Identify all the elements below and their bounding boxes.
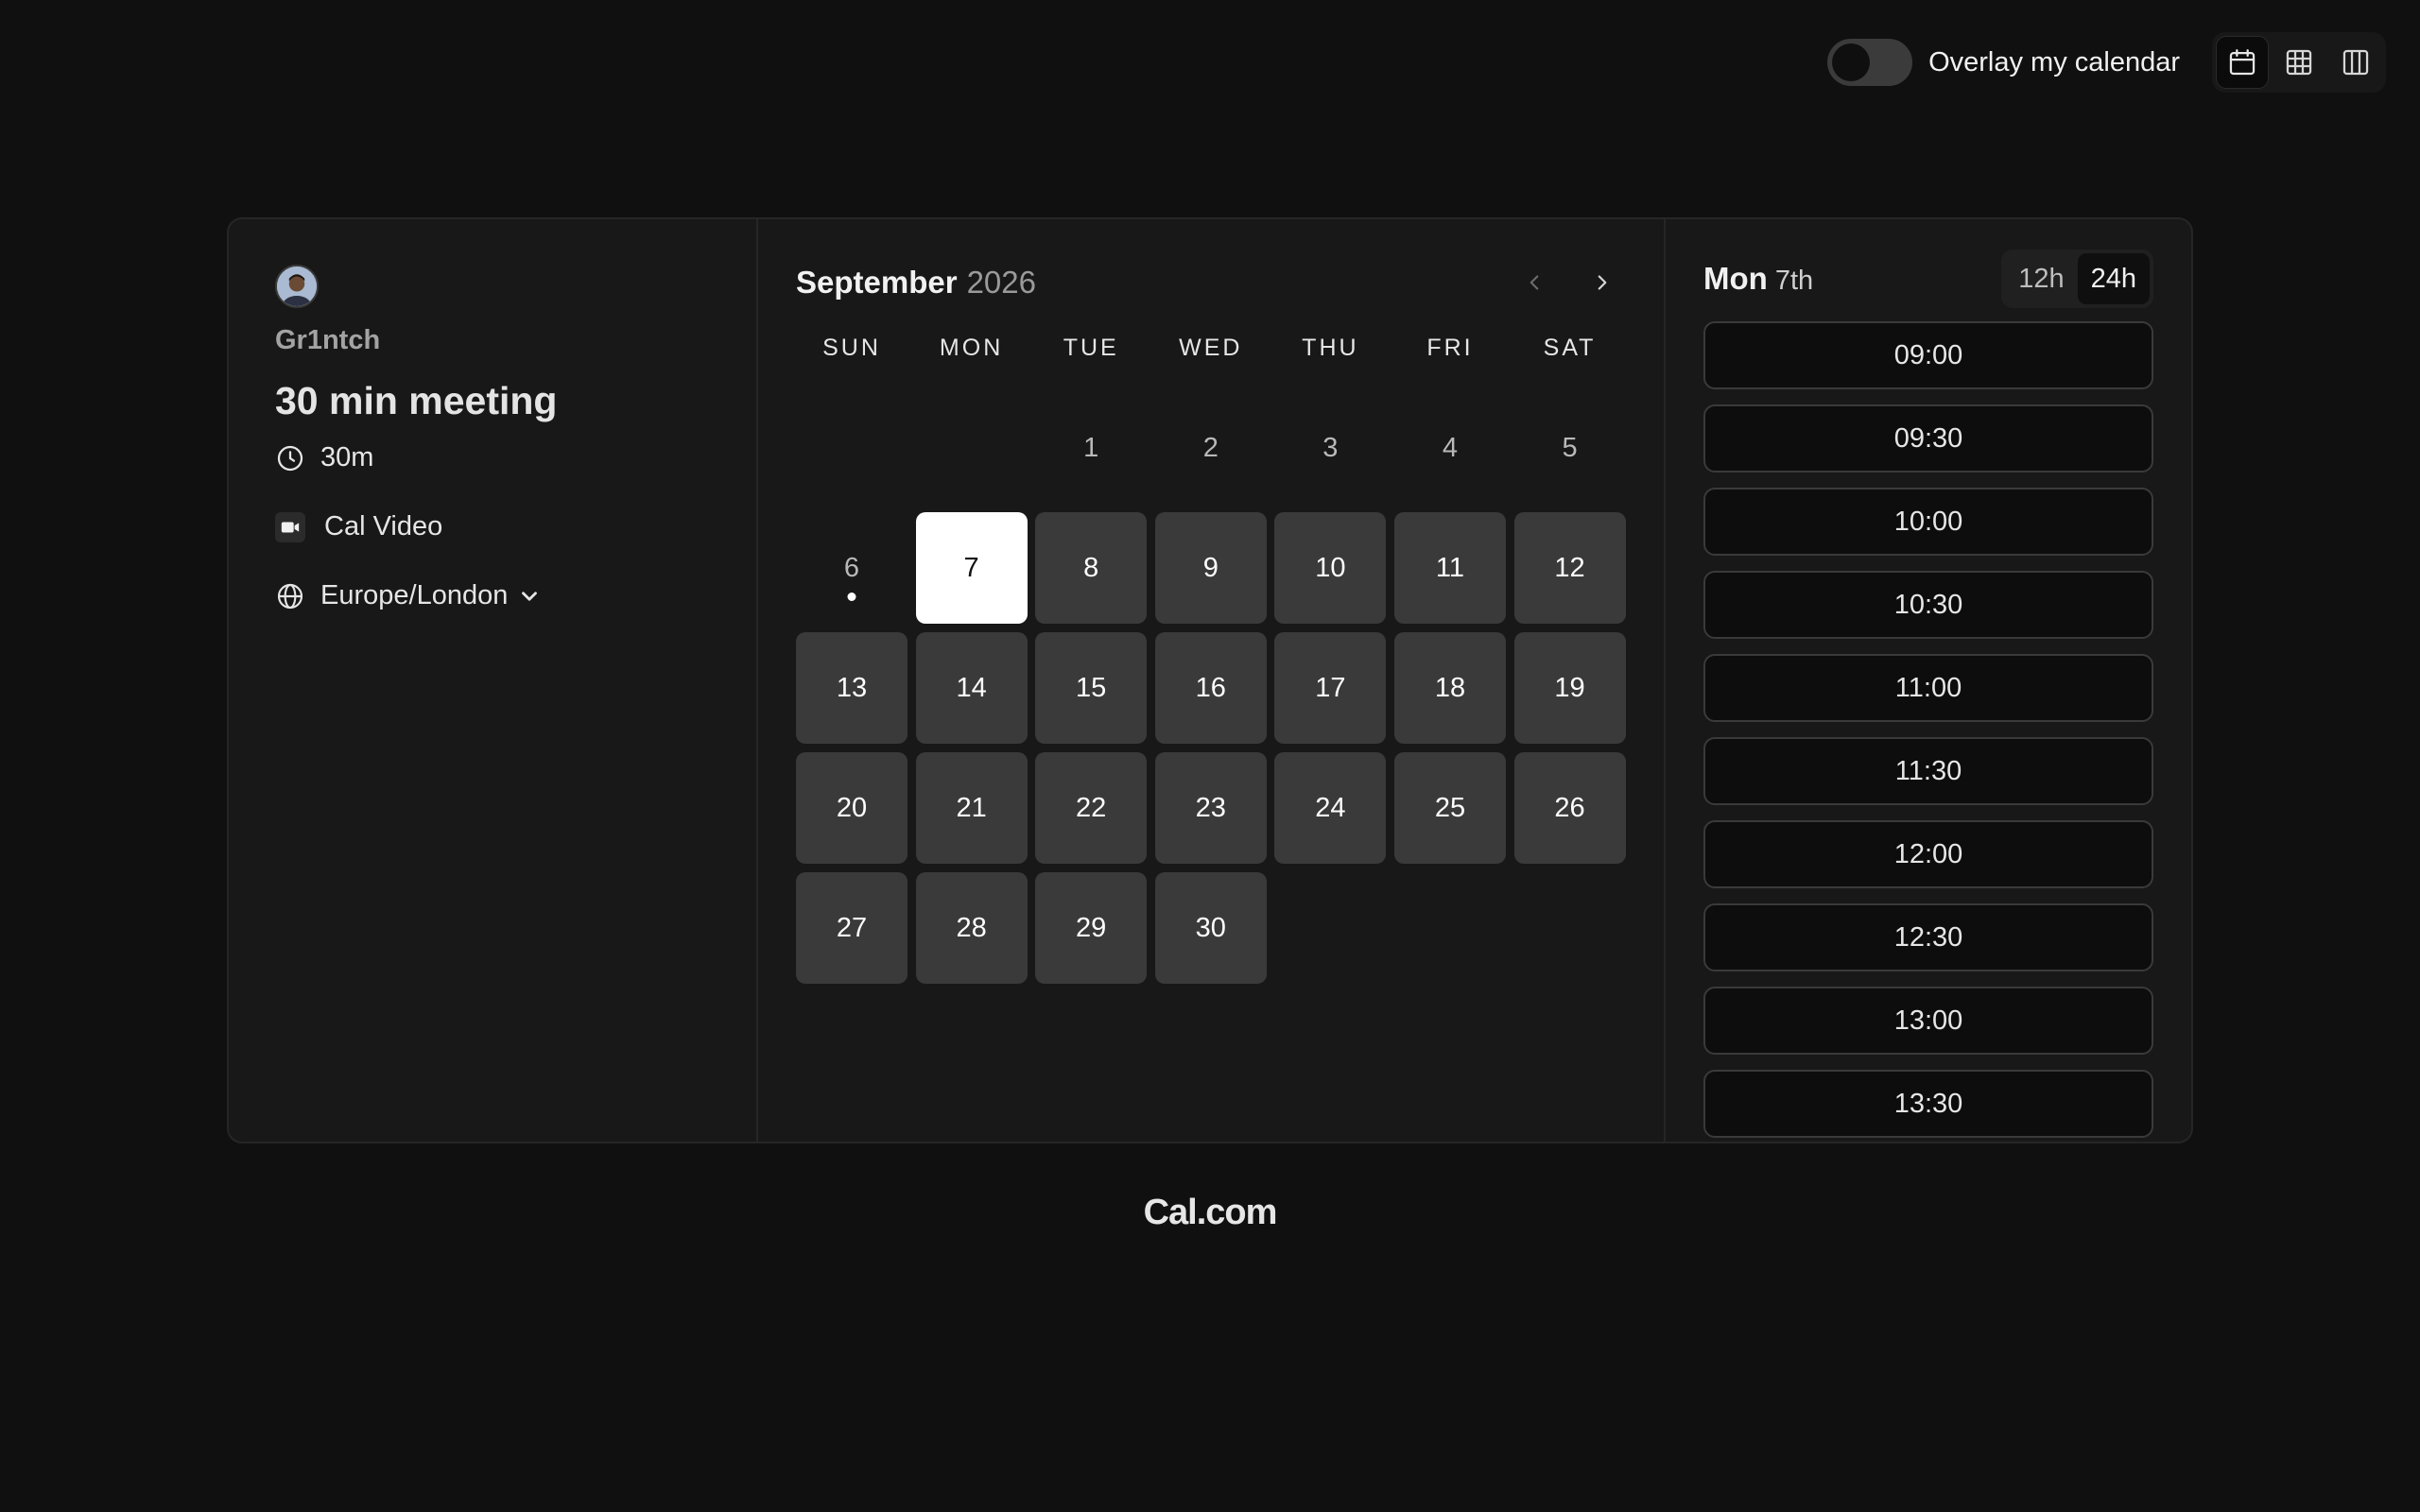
- empty-day-cell: [796, 392, 908, 504]
- day-cell[interactable]: 8: [1035, 512, 1148, 624]
- overlay-calendar-toggle[interactable]: [1827, 39, 1913, 86]
- day-cell: 5: [1562, 432, 1578, 463]
- duration-label: 30m: [320, 442, 374, 472]
- weekday-label: MON: [939, 335, 1004, 361]
- previous-month-button[interactable]: [1511, 259, 1558, 306]
- day-cell[interactable]: 19: [1513, 632, 1626, 744]
- day-cell[interactable]: 9: [1154, 512, 1267, 624]
- month-navigation: [1511, 259, 1626, 306]
- weekday-label: WED: [1179, 335, 1243, 361]
- day-cell: 4: [1442, 432, 1459, 463]
- month-label: September: [796, 265, 958, 300]
- time-slot-button[interactable]: 10:30: [1703, 571, 2153, 639]
- avatar: [275, 265, 319, 308]
- avatar-image: [277, 266, 317, 306]
- weekday-label: FRI: [1426, 335, 1474, 361]
- days-grid: 1 2 3 4 5 6 7 8 9 10 11 12 13 14 15 16 17 18 19 20 21 22 23 24 2…: [796, 392, 1626, 984]
- day-cell[interactable]: 27: [796, 872, 908, 984]
- today-indicator: [847, 593, 856, 601]
- location-label: Cal Video: [324, 511, 443, 541]
- day-cell[interactable]: 12: [1513, 512, 1626, 624]
- day-cell: 2: [1202, 432, 1219, 463]
- event-title: 30 min meeting: [275, 379, 558, 422]
- slot-list: 09:00 09:30 10:00 10:30 11:00 11:30 12:00 12:30…: [1703, 321, 2153, 1138]
- day-cell[interactable]: 14: [915, 632, 1028, 744]
- year-label: 2026: [966, 265, 1036, 300]
- timezone-label: Europe/London: [320, 580, 509, 610]
- day-cell[interactable]: 25: [1393, 752, 1506, 864]
- day-cell[interactable]: 24: [1274, 752, 1387, 864]
- time-slot-button[interactable]: 12:30: [1703, 903, 2153, 971]
- weekday-label: TUE: [1063, 335, 1119, 361]
- day-cell[interactable]: 28: [915, 872, 1028, 984]
- day-cell[interactable]: 26: [1513, 752, 1626, 864]
- selected-date: 7th: [1774, 265, 1814, 296]
- slots-header: Mon 7th 12h 24h: [1703, 249, 2153, 308]
- clock-icon: [275, 443, 305, 473]
- time-slots-panel: Mon 7th 12h 24h 09:00 09:30 10:00 10:30 11:00…: [1666, 219, 2191, 1142]
- column-view-button[interactable]: [2329, 36, 2382, 89]
- time-slot-button[interactable]: 11:30: [1703, 737, 2153, 805]
- day-cell[interactable]: 21: [915, 752, 1028, 864]
- calendar-header: September 2026: [796, 257, 1626, 308]
- chevron-left-icon: [1530, 275, 1539, 290]
- layout-switcher: [2212, 32, 2386, 93]
- time-slot-button[interactable]: 09:30: [1703, 404, 2153, 472]
- event-meta-panel: Gr1ntch 30 min meeting 30m Cal Video Eur…: [229, 219, 758, 1142]
- day-cell[interactable]: 11: [1393, 512, 1506, 624]
- day-cell[interactable]: 23: [1154, 752, 1267, 864]
- topbar: Overlay my calendar: [1827, 32, 2386, 93]
- video-camera-icon: [275, 511, 305, 542]
- day-cell[interactable]: 17: [1274, 632, 1387, 744]
- booker-card: Gr1ntch 30 min meeting 30m Cal Video Eur…: [227, 217, 2193, 1143]
- day-cell: 1: [1083, 432, 1099, 463]
- time-format-12h[interactable]: 12h: [2005, 253, 2077, 304]
- day-cell: 6: [796, 512, 908, 624]
- chevron-down-icon: [522, 591, 538, 601]
- day-cell[interactable]: 20: [796, 752, 908, 864]
- day-cell: 3: [1322, 432, 1339, 463]
- date-picker: September 2026 SUN MON TUE WED THU FRI S…: [758, 219, 1666, 1142]
- time-slot-button[interactable]: 12:00: [1703, 820, 2153, 888]
- day-cell-selected[interactable]: 7: [915, 512, 1028, 624]
- day-cell[interactable]: 15: [1035, 632, 1148, 744]
- time-format-24h[interactable]: 24h: [2077, 253, 2150, 304]
- selected-weekday: Mon: [1703, 261, 1768, 296]
- time-slot-button[interactable]: 10:00: [1703, 488, 2153, 556]
- day-cell[interactable]: 18: [1393, 632, 1506, 744]
- weekday-label: THU: [1302, 335, 1359, 361]
- toggle-knob: [1832, 43, 1871, 81]
- month-view-button[interactable]: [2216, 36, 2269, 89]
- time-format-toggle: 12h 24h: [2001, 249, 2153, 308]
- day-cell[interactable]: 10: [1274, 512, 1387, 624]
- day-cell[interactable]: 29: [1035, 872, 1148, 984]
- day-cell[interactable]: 30: [1154, 872, 1267, 984]
- day-cell[interactable]: 13: [796, 632, 908, 744]
- grid-icon: [2286, 49, 2312, 76]
- host-name: Gr1ntch: [275, 325, 381, 355]
- duration-row: 30m: [275, 442, 756, 473]
- timezone-selector[interactable]: Europe/London: [275, 580, 756, 611]
- week-view-button[interactable]: [2273, 36, 2325, 89]
- chevron-right-icon: [1598, 275, 1607, 290]
- location-row: Cal Video: [275, 511, 756, 542]
- next-month-button[interactable]: [1579, 259, 1626, 306]
- overlay-calendar-label: Overlay my calendar: [1928, 46, 2180, 77]
- weekday-label: SAT: [1543, 335, 1597, 361]
- day-cell[interactable]: 22: [1035, 752, 1148, 864]
- columns-icon: [2342, 49, 2369, 76]
- time-slot-button[interactable]: 11:00: [1703, 654, 2153, 722]
- calendar-icon: [2229, 49, 2256, 76]
- empty-day-cell: [916, 392, 1028, 504]
- time-slot-button[interactable]: 13:30: [1703, 1070, 2153, 1138]
- globe-icon: [275, 581, 305, 611]
- time-slot-button[interactable]: 09:00: [1703, 321, 2153, 389]
- day-cell[interactable]: 16: [1154, 632, 1267, 744]
- time-slot-button[interactable]: 13:00: [1703, 987, 2153, 1055]
- weekday-label: SUN: [822, 335, 881, 361]
- cal-com-logo: Cal.com: [1143, 1193, 1278, 1232]
- weekday-header: SUN MON TUE WED THU FRI SAT: [796, 335, 1626, 362]
